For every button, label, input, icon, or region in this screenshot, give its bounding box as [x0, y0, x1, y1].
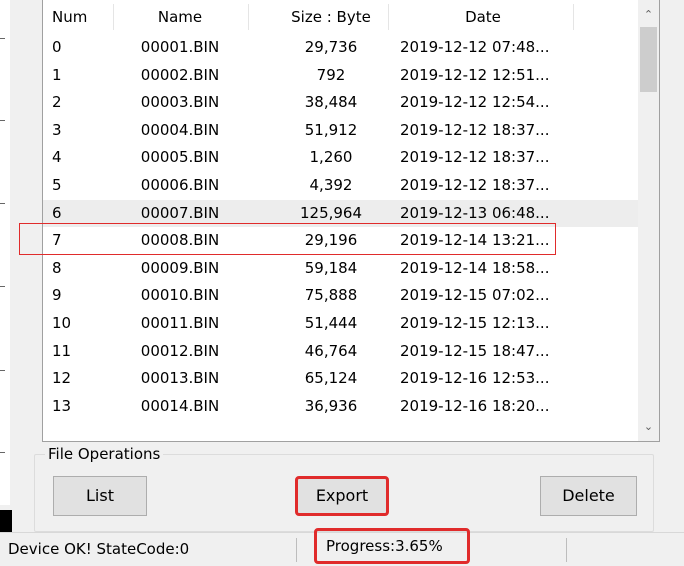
row-date-cell: 2019-12-12 12:51... [400, 65, 550, 84]
column-header-name[interactable]: Name [121, 0, 239, 34]
row-name-cell: 00002.BIN [140, 65, 220, 84]
edge-tick [0, 203, 5, 204]
row-num-cell: 3 [52, 120, 62, 139]
left-window-edge [0, 0, 10, 505]
row-size-cell: 792 [316, 65, 346, 84]
row-size-cell: 51,444 [304, 314, 358, 332]
row-name-cell: 00012.BIN [140, 341, 220, 360]
row-date-cell: 2019-12-12 18:37... [400, 176, 550, 194]
row-size-cell: 36,936 [304, 396, 358, 415]
row-date-cell: 2019-12-12 12:54... [400, 93, 550, 112]
row-size-cell: 59,184 [304, 258, 358, 277]
row-name-cell: 00010.BIN [140, 286, 220, 305]
chevron-down-icon[interactable]: ⌄ [638, 418, 659, 435]
taskbar-fragment [235, 557, 300, 565]
column-header-size[interactable]: Size : Byte [256, 0, 406, 34]
row-name-cell: 00003.BIN [140, 93, 220, 112]
row-num-cell: 8 [52, 258, 62, 277]
row-date-cell: 2019-12-14 18:58... [400, 258, 550, 277]
progress-status-text: Progress:3.65% [314, 528, 470, 564]
status-divider [566, 538, 567, 562]
row-num-cell: 5 [52, 176, 62, 194]
row-num-cell: 1 [52, 65, 62, 84]
row-date-cell: 2019-12-16 12:53... [400, 369, 550, 388]
column-divider[interactable] [248, 4, 249, 30]
column-header-num[interactable]: Num [52, 0, 87, 34]
row-date-cell: 2019-12-12 18:37... [400, 120, 550, 139]
row-name-cell: 00004.BIN [140, 120, 220, 139]
export-button[interactable]: Export [295, 476, 389, 516]
row-date-cell: 2019-12-12 18:37... [400, 148, 550, 167]
table-row[interactable]: 5 00006.BIN 4,392 2019-12-12 18:37... [43, 172, 638, 199]
row-size-cell: 51,912 [304, 120, 358, 139]
edge-tick [0, 120, 5, 121]
row-name-cell: 00001.BIN [140, 38, 220, 56]
table-row[interactable]: 2 00003.BIN 38,484 2019-12-12 12:54... [43, 89, 638, 116]
row-num-cell: 2 [52, 93, 62, 112]
row-date-cell: 2019-12-15 18:47... [400, 341, 550, 360]
table-row[interactable]: 8 00009.BIN 59,184 2019-12-14 18:58... [43, 255, 638, 282]
row-size-cell: 65,124 [304, 369, 358, 388]
row-size-cell: 1,260 [309, 148, 353, 167]
row-num-cell: 13 [52, 396, 72, 415]
table-row[interactable]: 9 00010.BIN 75,888 2019-12-15 07:02... [43, 282, 638, 309]
file-operations-title: File Operations [45, 444, 164, 464]
table-row[interactable]: 0 00001.BIN 29,736 2019-12-12 07:48... [43, 34, 638, 61]
row-name-cell: 00005.BIN [140, 148, 220, 167]
edge-tick [0, 38, 5, 39]
row-name-cell: 00011.BIN [140, 314, 220, 332]
table-row[interactable]: 4 00005.BIN 1,260 2019-12-12 18:37... [43, 144, 638, 171]
row-name-cell: 00006.BIN [140, 176, 220, 194]
scrollbar-thumb[interactable] [640, 27, 657, 92]
row-size-cell: 38,484 [304, 93, 358, 112]
column-divider[interactable] [113, 4, 114, 30]
row-num-cell: 11 [52, 341, 72, 360]
device-status-text: Device OK! StateCode:0 [8, 540, 190, 558]
table-row[interactable]: 1 00002.BIN 792 2019-12-12 12:51... [43, 62, 638, 89]
column-divider[interactable] [388, 4, 389, 30]
row-date-cell: 2019-12-15 12:13... [400, 314, 550, 332]
delete-button[interactable]: Delete [540, 476, 637, 516]
file-list-view[interactable]: Num Name Size : Byte Date 0 00001.BIN 29,7… [42, 0, 660, 442]
chevron-up-icon[interactable]: ⌃ [638, 6, 659, 23]
table-row[interactable]: 13 00014.BIN 36,936 2019-12-16 18:20... [43, 393, 638, 420]
table-row[interactable]: 3 00004.BIN 51,912 2019-12-12 18:37... [43, 117, 638, 144]
table-header: Num Name Size : Byte Date [43, 0, 638, 34]
row-highlight-annotation [19, 223, 556, 255]
row-num-cell: 4 [52, 148, 62, 167]
row-size-cell: 29,736 [304, 38, 358, 56]
edge-tick [0, 370, 5, 371]
row-date-cell: 2019-12-15 07:02... [400, 286, 550, 305]
table-row[interactable]: 12 00013.BIN 65,124 2019-12-16 12:53... [43, 365, 638, 392]
row-size-cell: 75,888 [304, 286, 358, 305]
column-divider[interactable] [573, 4, 574, 30]
vertical-scrollbar[interactable]: ⌃ ⌄ [638, 0, 659, 441]
row-name-cell: 00014.BIN [140, 396, 220, 415]
edge-tick [0, 286, 5, 287]
row-date-cell: 2019-12-12 07:48... [400, 38, 550, 56]
column-header-date[interactable]: Date [393, 0, 573, 34]
row-num-cell: 10 [52, 314, 72, 332]
list-button[interactable]: List [53, 476, 147, 516]
row-num-cell: 0 [52, 38, 62, 56]
row-size-cell: 46,764 [304, 341, 358, 360]
row-num-cell: 9 [52, 286, 62, 305]
row-name-cell: 00013.BIN [140, 369, 220, 388]
row-num-cell: 12 [52, 369, 72, 388]
table-row[interactable]: 10 00011.BIN 51,444 2019-12-15 12:13... [43, 310, 638, 337]
row-size-cell: 4,392 [309, 176, 353, 194]
row-date-cell: 2019-12-16 18:20... [400, 396, 550, 415]
table-row[interactable]: 11 00012.BIN 46,764 2019-12-15 18:47... [43, 338, 638, 365]
row-name-cell: 00009.BIN [140, 258, 220, 277]
edge-tick [0, 452, 5, 453]
